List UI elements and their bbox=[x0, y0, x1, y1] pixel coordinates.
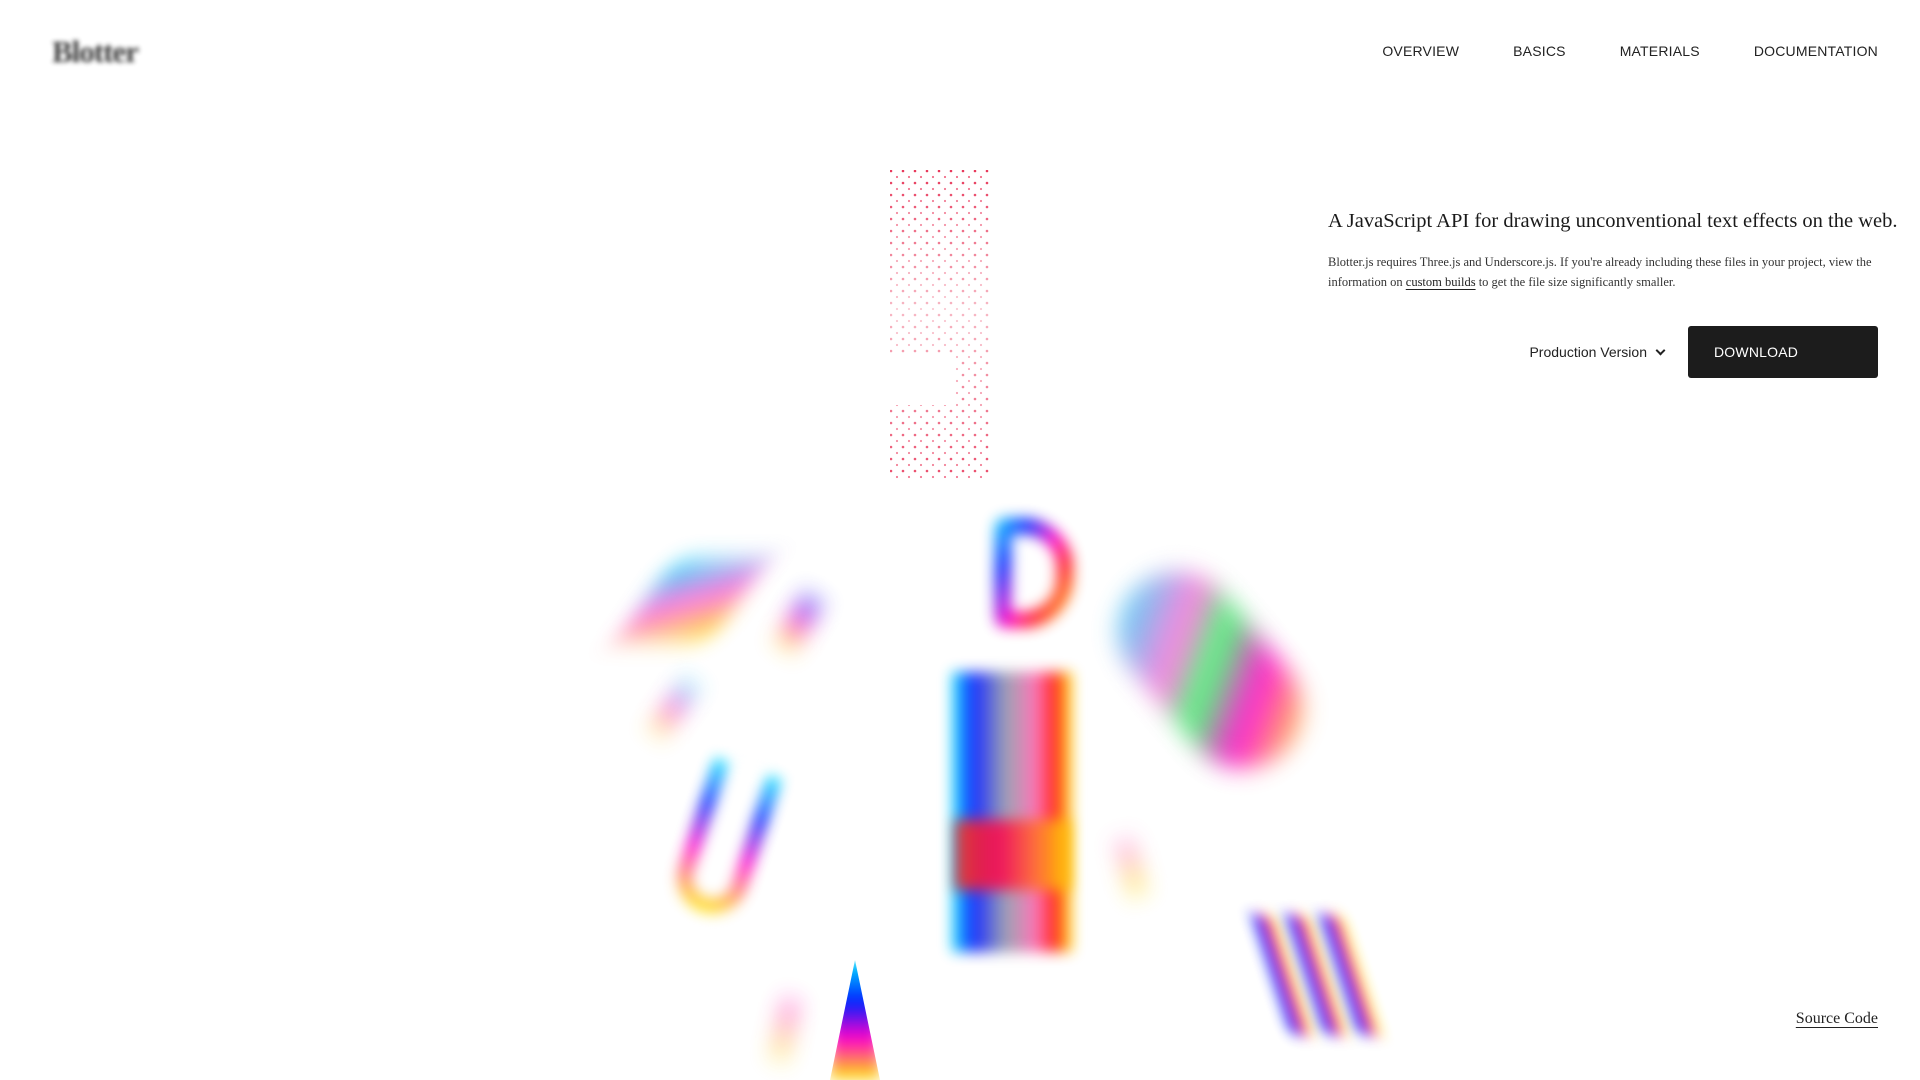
glyph-w bbox=[1245, 915, 1385, 1035]
glyph-slash-1 bbox=[777, 594, 821, 651]
halftone-exclamation bbox=[890, 170, 990, 480]
glyph-i-band bbox=[955, 820, 1070, 890]
requirements-text: Blotter.js requires Three.js and Undersc… bbox=[1328, 253, 1878, 292]
glyph-z bbox=[616, 560, 769, 640]
glyph-u bbox=[668, 757, 782, 923]
nav-documentation[interactable]: DOCUMENTATION bbox=[1754, 43, 1878, 59]
glyph-i bbox=[952, 672, 1072, 952]
tagline: A JavaScript API for drawing unconventio… bbox=[1328, 210, 1898, 232]
download-button[interactable]: DOWNLOAD bbox=[1688, 326, 1878, 378]
version-select[interactable]: Production Version bbox=[1529, 344, 1666, 360]
main-nav: OVERVIEW BASICS MATERIALS DOCUMENTATION bbox=[1382, 43, 1878, 59]
intro-panel: A JavaScript API for drawing unconventio… bbox=[1328, 210, 1898, 292]
nav-basics[interactable]: BASICS bbox=[1513, 43, 1566, 59]
nav-overview[interactable]: OVERVIEW bbox=[1382, 43, 1459, 59]
hero-artwork bbox=[0, 0, 1920, 1080]
glyph-curve bbox=[1093, 547, 1327, 793]
custom-builds-link[interactable]: custom builds bbox=[1406, 275, 1476, 289]
chevron-down-icon bbox=[1655, 345, 1666, 355]
glyph-slash-4 bbox=[1118, 839, 1144, 896]
glyph-slash-2 bbox=[651, 679, 697, 737]
glyph-d bbox=[995, 518, 1073, 628]
nav-materials[interactable]: MATERIALS bbox=[1620, 43, 1700, 59]
site-logo[interactable]: Blotter bbox=[52, 34, 139, 70]
source-code-link[interactable]: Source Code bbox=[1796, 1010, 1878, 1028]
glyph-a bbox=[830, 960, 880, 1080]
version-select-value: Production Version bbox=[1529, 344, 1647, 360]
download-actions: Production Version DOWNLOAD bbox=[1529, 326, 1878, 378]
glyph-slash-3 bbox=[773, 999, 797, 1061]
requirements-text-end: to get the file size significantly small… bbox=[1475, 274, 1676, 289]
